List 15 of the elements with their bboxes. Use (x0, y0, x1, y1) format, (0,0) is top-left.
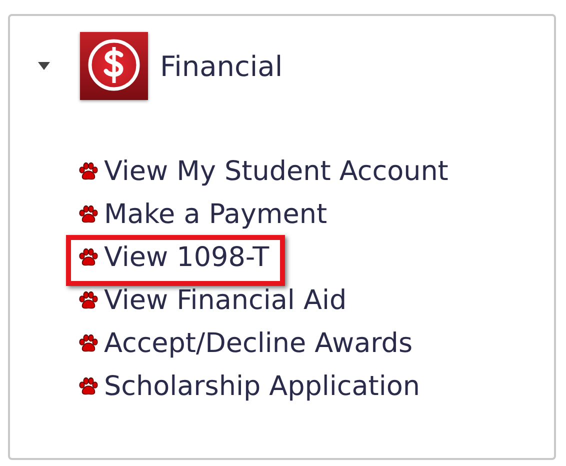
paw-icon (78, 247, 98, 267)
menu-link[interactable]: View My Student Account (78, 152, 448, 192)
section-title: Financial (160, 50, 283, 82)
caret-icon[interactable] (38, 62, 50, 70)
paw-icon (78, 161, 98, 181)
paw-icon (78, 290, 98, 310)
paw-icon (78, 333, 98, 353)
menu-link[interactable]: View 1098-T (78, 238, 270, 278)
menu-link[interactable]: View Financial Aid (78, 281, 347, 321)
menu-link[interactable]: Make a Payment (78, 195, 328, 235)
menu-link[interactable]: Scholarship Application (78, 367, 420, 407)
menu-link[interactable]: Accept/Decline Awards (78, 324, 413, 364)
paw-icon (78, 376, 98, 396)
dollar-icon (80, 32, 148, 100)
paw-icon (78, 204, 98, 224)
